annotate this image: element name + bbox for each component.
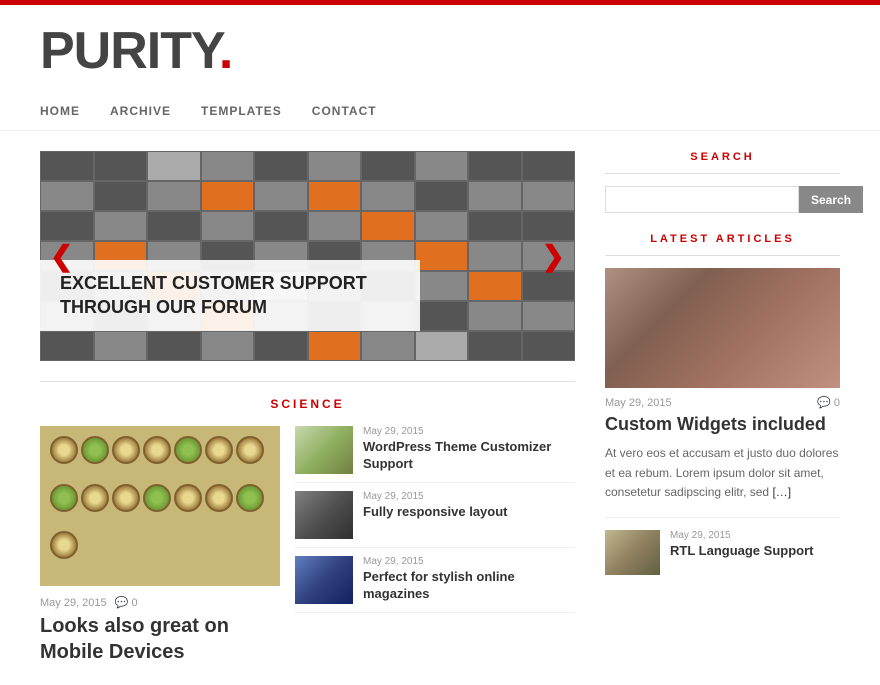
article-thumb-2 [295,556,353,604]
sidebar-main-article-comments: 💬 0 [817,396,840,409]
article-thumb-1 [295,491,353,539]
comment-icon: 💬 [115,597,129,609]
sidebar-main-article-title[interactable]: Custom Widgets included [605,413,840,436]
sidebar-latest-section: LATEST ARTICLES May 29, 2015 💬 0 Custom … [605,233,840,575]
sidebar-search-title: SEARCH [605,151,840,174]
main-nav: HOME ARCHIVE TEMPLATES CONTACT [0,102,880,131]
article-list-title-2[interactable]: Perfect for stylish online magazines [363,569,575,603]
article-thumb-0 [295,426,353,474]
article-list-title-0[interactable]: WordPress Theme Customizer Support [363,439,575,473]
list-item: May 29, 2015 Fully responsive layout [295,491,575,548]
articles-grid: May 29, 2015 💬 0 Looks also great on Mob… [40,426,575,665]
list-item: May 29, 2015 Perfect for stylish online … [295,556,575,613]
featured-article-image [40,426,280,586]
featured-article-meta: May 29, 2015 💬 0 [40,596,280,609]
sidebar-small-article-image [605,530,660,575]
article-list-content-0: May 29, 2015 WordPress Theme Customizer … [363,426,575,473]
list-item: May 29, 2015 WordPress Theme Customizer … [295,426,575,483]
site-title-dot: . [219,22,232,80]
main-content: EXCELLENT CUSTOMER SUPPORT THROUGH OUR F… [40,151,575,665]
featured-article-title[interactable]: Looks also great on Mobile Devices [40,613,280,665]
site-title-text: PURITY [40,22,219,80]
sidebar-small-article: May 29, 2015 RTL Language Support [605,517,840,575]
nav-item-archive[interactable]: ARCHIVE [110,102,171,118]
articles-list: May 29, 2015 WordPress Theme Customizer … [295,426,575,665]
article-list-content-1: May 29, 2015 Fully responsive layout [363,491,575,521]
slider-caption: EXCELLENT CUSTOMER SUPPORT THROUGH OUR F… [40,260,420,331]
sidebar-search-section: SEARCH Search [605,151,840,213]
article-list-title-1[interactable]: Fully responsive layout [363,504,575,521]
sidebar-small-article-title[interactable]: RTL Language Support [670,543,813,560]
slider-prev-button[interactable]: ❮ [50,240,73,273]
skeleton-image [605,268,840,388]
sidebar-main-article-excerpt: At vero eos et accusam et justo duo dolo… [605,444,840,502]
slider-caption-text: EXCELLENT CUSTOMER SUPPORT THROUGH OUR F… [60,272,400,319]
article-list-content-2: May 29, 2015 Perfect for stylish online … [363,556,575,603]
search-form: Search [605,186,840,213]
featured-article-comments: 0 [131,597,137,609]
sidebar-main-article-date: May 29, 2015 [605,397,672,409]
comment-icon: 💬 [817,397,831,409]
nav-item-home[interactable]: HOME [40,102,80,118]
section-title-science: SCIENCE [40,381,575,411]
nav-item-contact[interactable]: CONTACT [312,102,377,118]
hero-slider: EXCELLENT CUSTOMER SUPPORT THROUGH OUR F… [40,151,575,361]
sidebar-latest-title: LATEST ARTICLES [605,233,840,256]
sidebar: SEARCH Search LATEST ARTICLES May 29, 20… [605,151,840,665]
sidebar-main-article-meta: May 29, 2015 💬 0 [605,396,840,409]
search-button[interactable]: Search [799,186,863,213]
article-meta-1: May 29, 2015 [363,491,575,502]
sidebar-main-article-image [605,268,840,388]
featured-article: May 29, 2015 💬 0 Looks also great on Mob… [40,426,280,665]
sushi-image [40,426,280,586]
sidebar-small-article-content: May 29, 2015 RTL Language Support [670,530,813,560]
search-input[interactable] [605,186,799,213]
article-meta-0: May 29, 2015 [363,426,575,437]
article-meta-2: May 29, 2015 [363,556,575,567]
nav-item-templates[interactable]: TEMPLATES [201,102,282,118]
site-title: PURITY. [40,25,840,77]
featured-article-date: May 29, 2015 [40,597,107,609]
slider-next-button[interactable]: ❯ [542,240,565,273]
sidebar-small-article-meta: May 29, 2015 [670,530,813,541]
site-header: PURITY. [0,5,880,102]
page-layout: EXCELLENT CUSTOMER SUPPORT THROUGH OUR F… [0,131,880,685]
